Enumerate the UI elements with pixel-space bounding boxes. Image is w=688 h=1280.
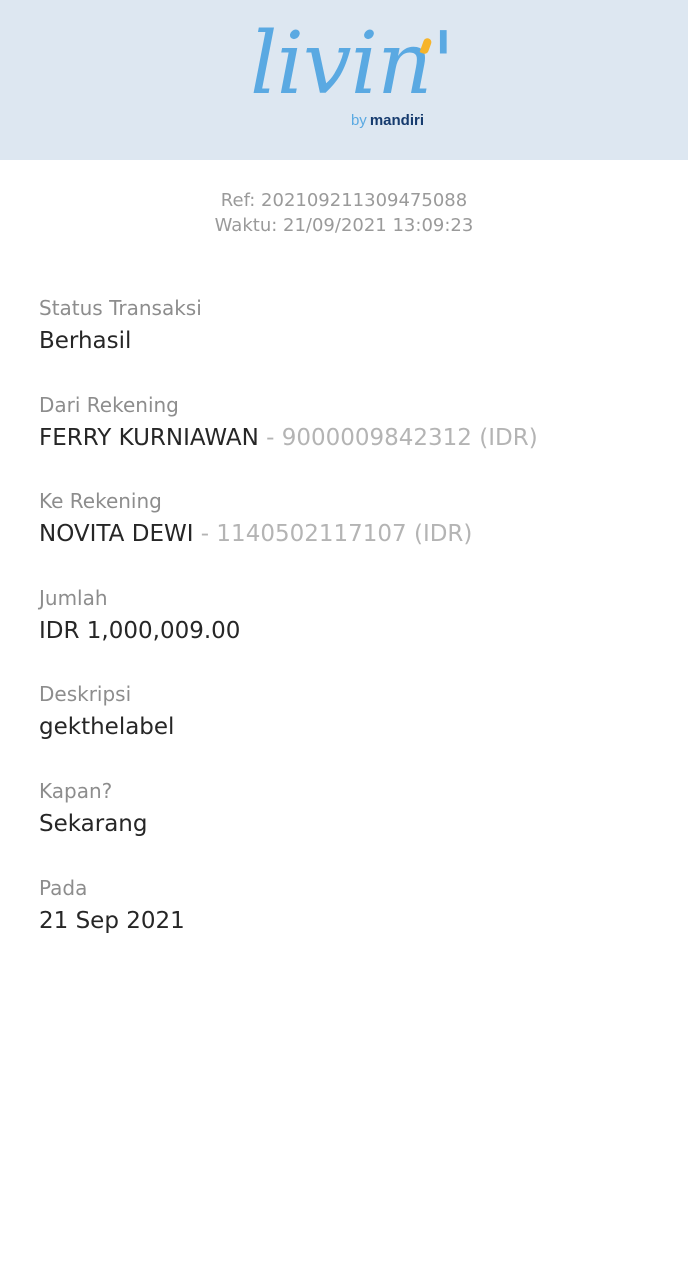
from-account-number: 9000009842312 (IDR) [281,425,538,451]
status-value: Berhasil [39,328,132,354]
field-to-account: Ke Rekening NOVITA DEWI - 1140502117107 … [39,488,659,550]
to-account-value: NOVITA DEWI - 1140502117107 (IDR) [39,518,659,550]
field-date: Pada 21 Sep 2021 [39,875,659,937]
status-label: Status Transaksi [39,296,202,320]
field-from-account: Dari Rekening FERRY KURNIAWAN - 90000098… [39,392,659,454]
to-account-separator: - [193,521,217,547]
app-header: livin' by mandiri [0,0,688,160]
field-when: Kapan? Sekarang [39,778,659,840]
logo-by-text: by [350,112,367,129]
to-account-label: Ke Rekening [39,489,162,513]
livin-mandiri-logo: livin' by mandiri [250,14,455,140]
to-account-name: NOVITA DEWI [39,521,194,547]
description-label: Deskripsi [39,682,132,706]
field-amount: Jumlah IDR 1,000,009.00 [39,585,659,647]
logo-brand-text: mandiri [369,112,424,129]
description-value: gekthelabel [39,714,175,740]
from-account-separator: - [258,425,282,451]
amount-value: IDR 1,000,009.00 [39,618,241,644]
when-label: Kapan? [39,779,113,803]
field-status: Status Transaksi Berhasil [39,295,659,357]
from-account-name: FERRY KURNIAWAN [39,425,259,451]
to-account-number: 1140502117107 (IDR) [216,521,473,547]
amount-label: Jumlah [39,586,108,610]
date-value: 21 Sep 2021 [39,908,185,934]
reference-number: Ref: 202109211309475088 [220,190,468,211]
logo-subtitle: by mandiri [351,112,424,129]
field-description: Deskripsi gekthelabel [39,681,659,743]
when-value: Sekarang [39,811,148,837]
transaction-time: Waktu: 21/09/2021 13:09:23 [214,215,474,236]
logo-wordmark: livin' [250,14,455,114]
transaction-meta: Ref: 202109211309475088 Waktu: 21/09/202… [0,188,688,238]
from-account-value: FERRY KURNIAWAN - 9000009842312 (IDR) [39,422,659,454]
date-label: Pada [39,876,88,900]
from-account-label: Dari Rekening [39,393,179,417]
